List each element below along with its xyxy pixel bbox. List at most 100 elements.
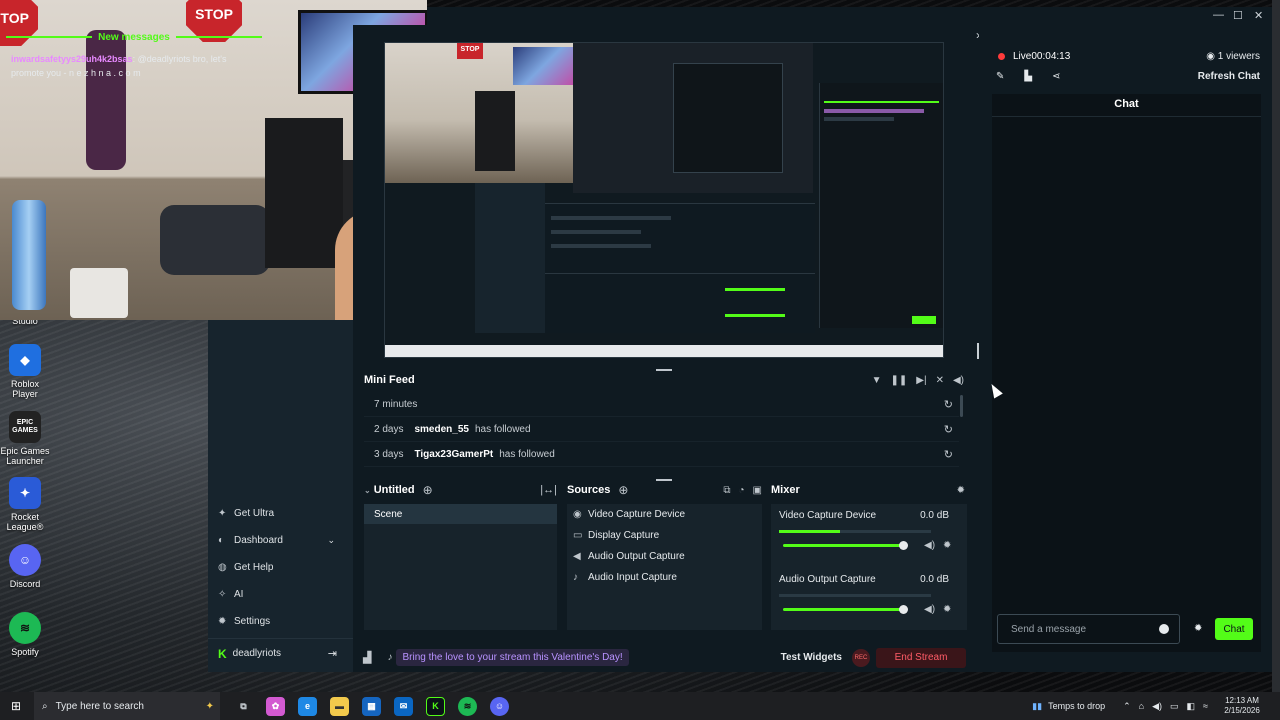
nav-item-settings[interactable]: ✹ Settings (208, 608, 353, 635)
promo-banner[interactable]: Bring the love to your stream this Valen… (396, 649, 629, 666)
share-icon[interactable]: ⋖ (1052, 71, 1060, 82)
desktop-icon-discord[interactable]: ☺ Discord (0, 544, 50, 589)
task-view-icon[interactable]: ⧉ (234, 697, 253, 716)
nav-item-get-ultra[interactable]: ✦ Get Ultra (208, 500, 353, 527)
scene-item[interactable]: Scene (364, 504, 557, 524)
chat-send-button[interactable]: Chat (1215, 618, 1253, 640)
bags (160, 205, 270, 275)
nav-label: Get Help (234, 562, 274, 573)
kick-studio-icon[interactable]: K (426, 696, 445, 716)
feed-time: 2 days (374, 424, 404, 435)
tray-app-icon[interactable]: ◧ (1187, 701, 1196, 712)
help-icon: ◍ (218, 562, 227, 573)
volume-icon[interactable]: ◀) (1152, 701, 1162, 712)
desktop-icon-rocket-league[interactable]: ✦ Rocket League® (0, 477, 50, 532)
chat-settings-icon[interactable]: ✹ (1194, 623, 1202, 634)
new-messages-label: New messages (98, 31, 170, 43)
chevron-down-icon[interactable]: ⌄ (364, 486, 371, 495)
source-item[interactable]: ◉ Video Capture Device (567, 504, 762, 525)
lock-icon[interactable]: ◔ (739, 485, 745, 496)
windows-start-icon[interactable]: ⊞ (0, 699, 32, 713)
mute-alerts-icon[interactable]: ✕ (936, 375, 944, 386)
feed-scrollbar[interactable] (960, 395, 963, 417)
volume-slider[interactable] (783, 544, 903, 547)
refresh-chat-button[interactable]: Refresh Chat (1198, 71, 1260, 82)
desktop-icon-spotify[interactable]: ≋ Spotify (0, 612, 50, 657)
mute-icon[interactable]: ◀) (924, 540, 935, 551)
volume-slider-knob[interactable] (899, 541, 908, 550)
volume-slider-knob[interactable] (899, 605, 908, 614)
channel-settings-icon[interactable]: ✹ (943, 540, 951, 551)
transition-icon[interactable]: |↔| (540, 484, 557, 496)
logout-icon[interactable]: ⇥ (328, 647, 337, 660)
feed-user[interactable]: smeden_55 (414, 424, 468, 435)
notification-icon[interactable]: ♪ (387, 652, 392, 663)
channel-settings-icon[interactable]: ✹ (943, 604, 951, 615)
volume-slider[interactable] (783, 608, 903, 611)
test-widgets-button[interactable]: Test Widgets (781, 652, 842, 663)
ai-icon: ✧ (218, 589, 227, 600)
windows-taskbar: ⊞ ⌕ Type here to search ✦ ⧉ ✿ e ▬ ▦ ✉ K … (0, 692, 1280, 720)
desktop-icon-label: Roblox Player (10, 379, 39, 399)
file-explorer-icon[interactable]: ▬ (330, 696, 349, 716)
search-highlight-icon: ✦ (205, 700, 214, 712)
nav-item-ai[interactable]: ✧ AI (208, 581, 353, 608)
chat-message-input[interactable]: Send a message (997, 614, 1180, 644)
stats-icon[interactable]: ▟ (363, 651, 371, 664)
store-icon[interactable]: ▦ (362, 696, 381, 716)
weather-widget[interactable]: ▮▮ Temps to drop (1032, 701, 1105, 712)
edge-icon[interactable]: e (298, 696, 317, 716)
source-item[interactable]: ▭ Display Capture (567, 525, 762, 546)
mail-icon[interactable]: ✉ (394, 696, 413, 716)
skip-icon[interactable]: ▶| (916, 375, 926, 386)
discord-icon[interactable]: ☺ (490, 696, 509, 716)
desktop-icon-label: Epic Games Launcher (0, 446, 50, 466)
group-icon[interactable]: ⧉ (723, 485, 730, 496)
copilot-icon[interactable]: ✿ (266, 696, 285, 716)
source-item[interactable]: ◀ Audio Output Capture (567, 546, 762, 567)
desktop-icon-label: Rocket League® (6, 512, 44, 532)
add-source-icon[interactable]: ⊕ (618, 483, 628, 497)
volume-icon[interactable]: ◀) (953, 375, 964, 386)
network-icon[interactable]: ⌂ (1139, 701, 1144, 712)
pause-icon[interactable]: ❚❚ (891, 375, 908, 386)
tray-chevron-icon[interactable]: ⌃ (1123, 701, 1131, 712)
nav-item-get-help[interactable]: ◍ Get Help (208, 554, 353, 581)
preview-feed (545, 203, 815, 273)
studio-title-bar[interactable]: — ☐ ✕ (427, 7, 1272, 25)
end-stream-button[interactable]: End Stream (876, 647, 966, 668)
stream-preview[interactable]: STOP (384, 42, 944, 358)
desktop-wallpaper-edge (1272, 0, 1280, 692)
filter-icon[interactable]: ▼ (872, 375, 882, 386)
account-row[interactable]: K deadlyriots ⇥ (208, 638, 353, 668)
edit-icon[interactable]: ✎ (996, 71, 1004, 82)
taskbar-search[interactable]: ⌕ Type here to search ✦ (34, 692, 220, 720)
spotify-icon[interactable]: ≋ (458, 696, 477, 716)
mute-icon[interactable]: ◀) (924, 604, 935, 615)
settings-icon: ✹ (218, 616, 227, 627)
close-icon[interactable]: ✕ (1254, 9, 1263, 22)
battery-icon[interactable]: ▭ (1170, 701, 1179, 712)
replay-icon[interactable]: ↻ (944, 423, 953, 436)
chevron-down-icon[interactable]: ⌄ (327, 535, 335, 546)
record-button[interactable]: REC (852, 648, 870, 667)
visibility-icon[interactable]: ▣ (753, 485, 762, 496)
minimize-icon[interactable]: — (1213, 9, 1224, 21)
wifi-icon[interactable]: ≈ (1203, 701, 1208, 712)
feed-user[interactable]: Tigax23GamerPt (414, 449, 493, 460)
scene-collection-title[interactable]: Untitled (374, 484, 415, 496)
taskbar-clock[interactable]: 12:13 AM 2/15/2026 (1218, 696, 1266, 716)
add-scene-icon[interactable]: ⊕ (423, 483, 433, 497)
source-item[interactable]: ♪ Audio Input Capture (567, 567, 762, 588)
desktop-icon-epic-games[interactable]: EPIC GAMES Epic Games Launcher (0, 411, 50, 466)
chat-username[interactable]: inwardsafetyys29uh4k2bsas (11, 54, 133, 64)
mixer-settings-icon[interactable]: ✹ (957, 485, 965, 496)
emoji-icon[interactable] (1159, 624, 1169, 634)
preview-screen-capture (573, 43, 813, 193)
desktop-icon-roblox[interactable]: ◆ Roblox Player (0, 344, 50, 399)
clip-icon[interactable]: ▙ (1024, 71, 1032, 82)
nav-item-dashboard[interactable]: ◐ Dashboard ⌄ (208, 527, 353, 554)
replay-icon[interactable]: ↻ (944, 398, 953, 411)
maximize-icon[interactable]: ☐ (1233, 9, 1243, 22)
replay-icon[interactable]: ↻ (944, 448, 953, 461)
